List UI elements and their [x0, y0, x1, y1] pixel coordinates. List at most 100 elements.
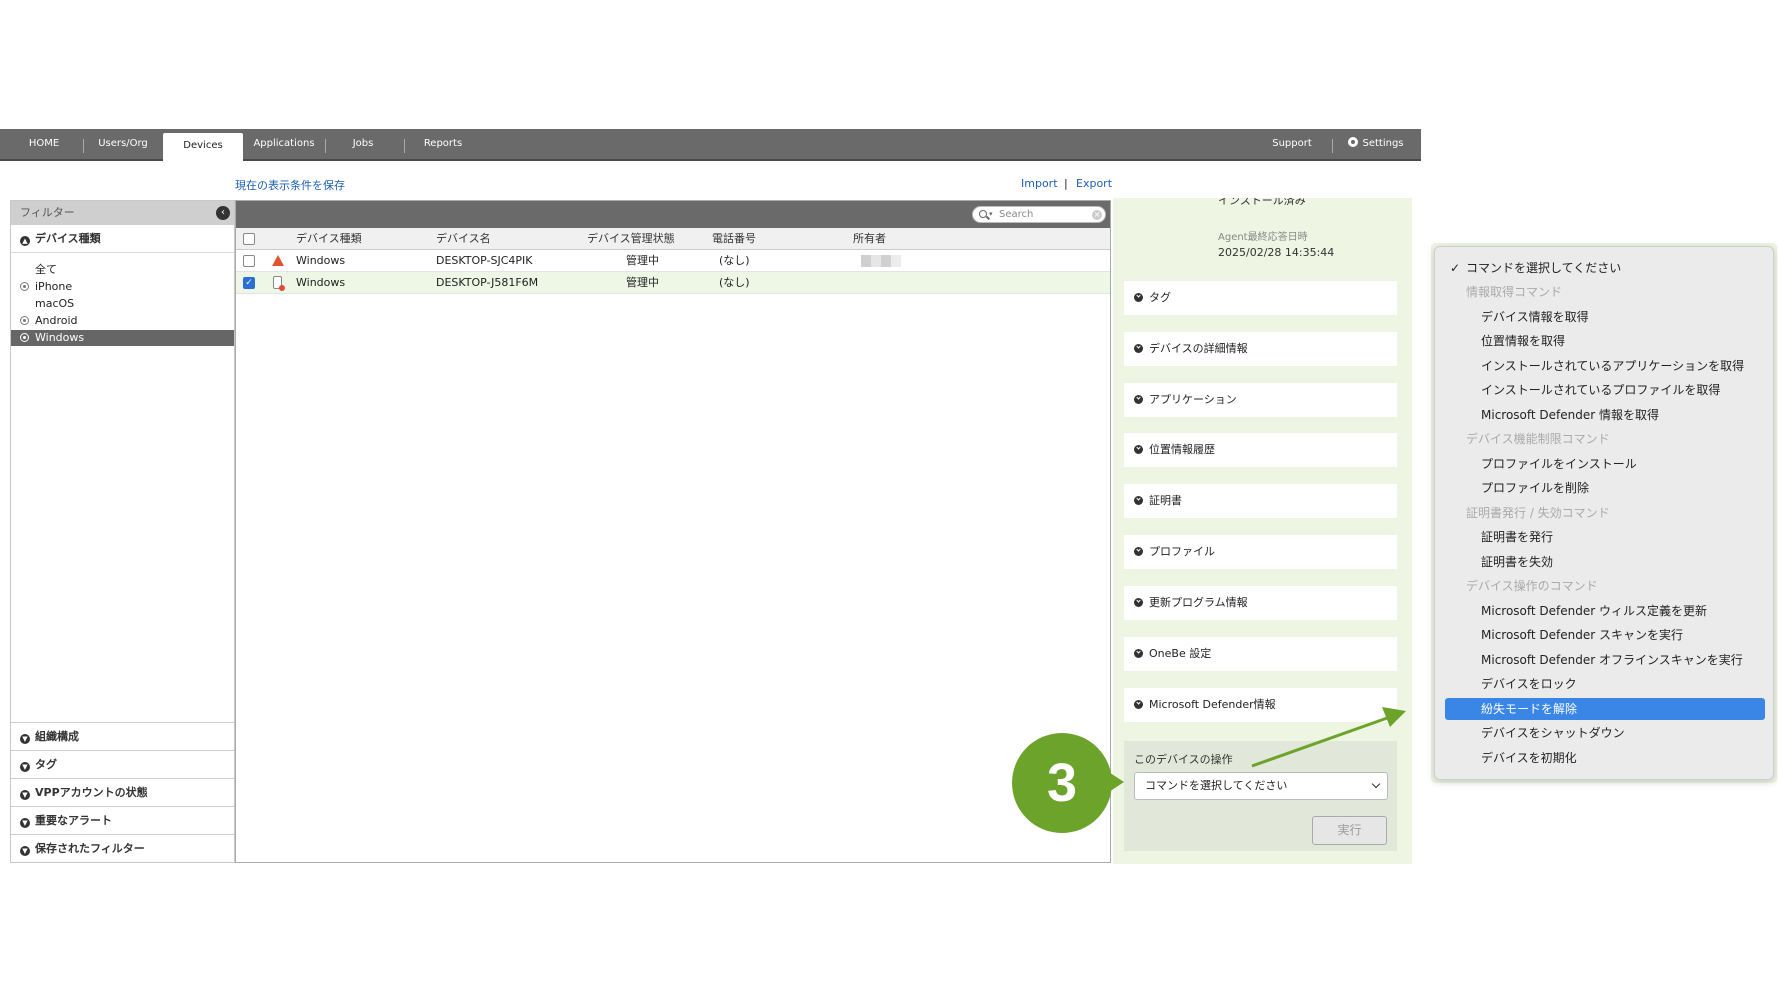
link-separator: |: [1064, 177, 1068, 190]
nav-separator: [404, 139, 405, 153]
chevron-down-icon: [1134, 395, 1143, 404]
filter-item-macos[interactable]: macOS: [11, 296, 234, 312]
column-header[interactable]: 所有者: [853, 228, 886, 250]
filter-section-vpp[interactable]: ▼ VPPアカウントの状態: [11, 778, 234, 806]
device-alert-icon: [273, 276, 285, 291]
column-header[interactable]: デバイス管理状態: [587, 228, 675, 250]
chevron-down-icon: [1371, 779, 1381, 789]
row-checkbox[interactable]: [243, 255, 255, 267]
menu-item[interactable]: 証明書を失効: [1435, 551, 1773, 573]
menu-item[interactable]: インストールされているプロファイルを取得: [1435, 379, 1773, 401]
nav-tab-reports[interactable]: Reports: [415, 129, 471, 159]
command-select[interactable]: コマンドを選択してください: [1134, 772, 1388, 800]
cell-device-name[interactable]: DESKTOP-SJC4PIK: [436, 250, 533, 272]
accordion-label: 証明書: [1149, 494, 1182, 507]
nav-tab-devices[interactable]: Devices: [163, 133, 243, 161]
chevron-down-icon: [1134, 547, 1143, 556]
filter-item-android[interactable]: Android: [11, 313, 234, 329]
menu-item[interactable]: Microsoft Defender オフラインスキャンを実行: [1435, 649, 1773, 671]
clear-icon[interactable]: ×: [1092, 210, 1102, 220]
accordion-profiles[interactable]: プロファイル: [1124, 535, 1397, 569]
menu-item[interactable]: 証明書を発行: [1435, 526, 1773, 548]
menu-item[interactable]: Microsoft Defender 情報を取得: [1435, 404, 1773, 426]
accordion-device-details[interactable]: デバイスの詳細情報: [1124, 332, 1397, 366]
menu-item[interactable]: デバイスをシャットダウン: [1435, 722, 1773, 744]
accordion-updates[interactable]: 更新プログラム情報: [1124, 586, 1397, 620]
filter-item-all[interactable]: 全て: [11, 262, 234, 278]
command-select-value: コマンドを選択してください: [1145, 779, 1288, 792]
search-input[interactable]: ▾ Search ×: [972, 206, 1106, 223]
filter-item-iphone[interactable]: iPhone: [11, 279, 234, 295]
menu-item[interactable]: インストールされているアプリケーションを取得: [1435, 355, 1773, 377]
nav-separator: [1332, 139, 1333, 153]
expand-icon[interactable]: [20, 316, 29, 325]
cell-phone: (なし): [719, 276, 750, 289]
list-toolbar: ▾ Search ×: [236, 201, 1110, 228]
menu-item-default[interactable]: ✓ コマンドを選択してください: [1435, 257, 1773, 279]
menu-item[interactable]: Microsoft Defender スキャンを実行: [1435, 624, 1773, 646]
nav-tab-applications[interactable]: Applications: [248, 129, 320, 159]
accordion-tag[interactable]: タグ: [1124, 281, 1397, 315]
table-row[interactable]: Windows DESKTOP-SJC4PIK 管理中 (なし): [236, 250, 1110, 272]
filter-section-device-type[interactable]: ▲ デバイス種類: [11, 225, 234, 253]
command-dropdown-menu: ✓ コマンドを選択してください 情報取得コマンド デバイス情報を取得 位置情報を取…: [1434, 246, 1774, 780]
menu-item[interactable]: プロファイルをインストール: [1435, 453, 1773, 475]
expand-icon[interactable]: [20, 333, 29, 342]
save-view-link[interactable]: 現在の表示条件を保存: [235, 177, 345, 193]
cell-device-name[interactable]: DESKTOP-J581F6M: [436, 272, 538, 294]
chevron-down-icon: [1134, 445, 1143, 454]
accordion-label: デバイスの詳細情報: [1149, 342, 1248, 355]
filter-section-saved[interactable]: ▼ 保存されたフィルター: [11, 834, 234, 862]
export-link[interactable]: Export: [1076, 177, 1112, 190]
nav-settings-label: Settings: [1362, 138, 1404, 149]
menu-item[interactable]: Microsoft Defender ウィルス定義を更新: [1435, 600, 1773, 622]
nav-support[interactable]: Support: [1262, 129, 1322, 159]
expand-icon[interactable]: [20, 282, 29, 291]
cell-device-type: Windows: [296, 276, 346, 289]
select-all-checkbox[interactable]: [243, 233, 255, 245]
nav-tab-home[interactable]: HOME: [14, 129, 74, 159]
accordion-onebe[interactable]: OneBe 設定: [1124, 637, 1397, 671]
table-row[interactable]: ✓ Windows DESKTOP-J581F6M 管理中 (なし): [236, 272, 1110, 294]
device-list: ▾ Search × デバイス種類 デバイス名 デバイス管理状態 電話番号 所有…: [235, 200, 1111, 863]
chevron-up-icon: ▲: [20, 236, 30, 246]
menu-item[interactable]: 位置情報を取得: [1435, 330, 1773, 352]
search-placeholder: Search: [999, 209, 1034, 220]
menu-item[interactable]: デバイス情報を取得: [1435, 306, 1773, 328]
accordion-label: 更新プログラム情報: [1149, 596, 1248, 609]
menu-item[interactable]: プロファイルを削除: [1435, 477, 1773, 499]
filter-panel: フィルター ‹ ▲ デバイス種類 全て iPhone macOS Android …: [10, 200, 235, 863]
menu-item[interactable]: デバイスを初期化: [1435, 747, 1773, 769]
nav-settings[interactable]: Settings: [1340, 129, 1412, 159]
run-button[interactable]: 実行: [1312, 816, 1387, 845]
chevron-down-icon: [1134, 700, 1143, 709]
collapse-icon[interactable]: ‹: [216, 206, 230, 220]
accordion-defender[interactable]: Microsoft Defender情報: [1124, 688, 1397, 722]
menu-item[interactable]: デバイスをロック: [1435, 673, 1773, 695]
filter-section-tag[interactable]: ▼ タグ: [11, 750, 234, 778]
nav-tab-jobs[interactable]: Jobs: [335, 129, 391, 159]
filter-item-label: 全て: [35, 263, 57, 276]
import-link[interactable]: Import: [1021, 177, 1058, 190]
filter-item-label: Android: [35, 314, 78, 327]
row-checkbox[interactable]: ✓: [243, 277, 255, 289]
accordion-location-history[interactable]: 位置情報履歴: [1124, 433, 1397, 467]
column-header[interactable]: デバイス種類: [296, 228, 362, 250]
filter-section-label: タグ: [35, 758, 57, 771]
column-header[interactable]: 電話番号: [712, 228, 756, 250]
device-operation-box: このデバイスの操作 コマンドを選択してください 実行: [1124, 741, 1397, 851]
filter-item-windows[interactable]: Windows: [11, 330, 234, 346]
filter-item-label: Windows: [35, 331, 85, 344]
column-header[interactable]: デバイス名: [436, 228, 491, 250]
chevron-down-icon: [1134, 598, 1143, 607]
menu-item-highlighted[interactable]: 紛失モードを解除: [1445, 698, 1765, 720]
filter-section-label: 重要なアラート: [35, 814, 112, 827]
cell-phone: (なし): [719, 254, 750, 267]
accordion-applications[interactable]: アプリケーション: [1124, 383, 1397, 417]
cell-status: 管理中: [626, 254, 659, 267]
filter-section-alerts[interactable]: ▼ 重要なアラート: [11, 806, 234, 834]
filter-section-org[interactable]: ▼ 組織構成: [11, 722, 234, 750]
nav-tab-users-org[interactable]: Users/Org: [88, 129, 158, 159]
accordion-certificates[interactable]: 証明書: [1124, 484, 1397, 518]
operation-title: このデバイスの操作: [1134, 753, 1233, 766]
